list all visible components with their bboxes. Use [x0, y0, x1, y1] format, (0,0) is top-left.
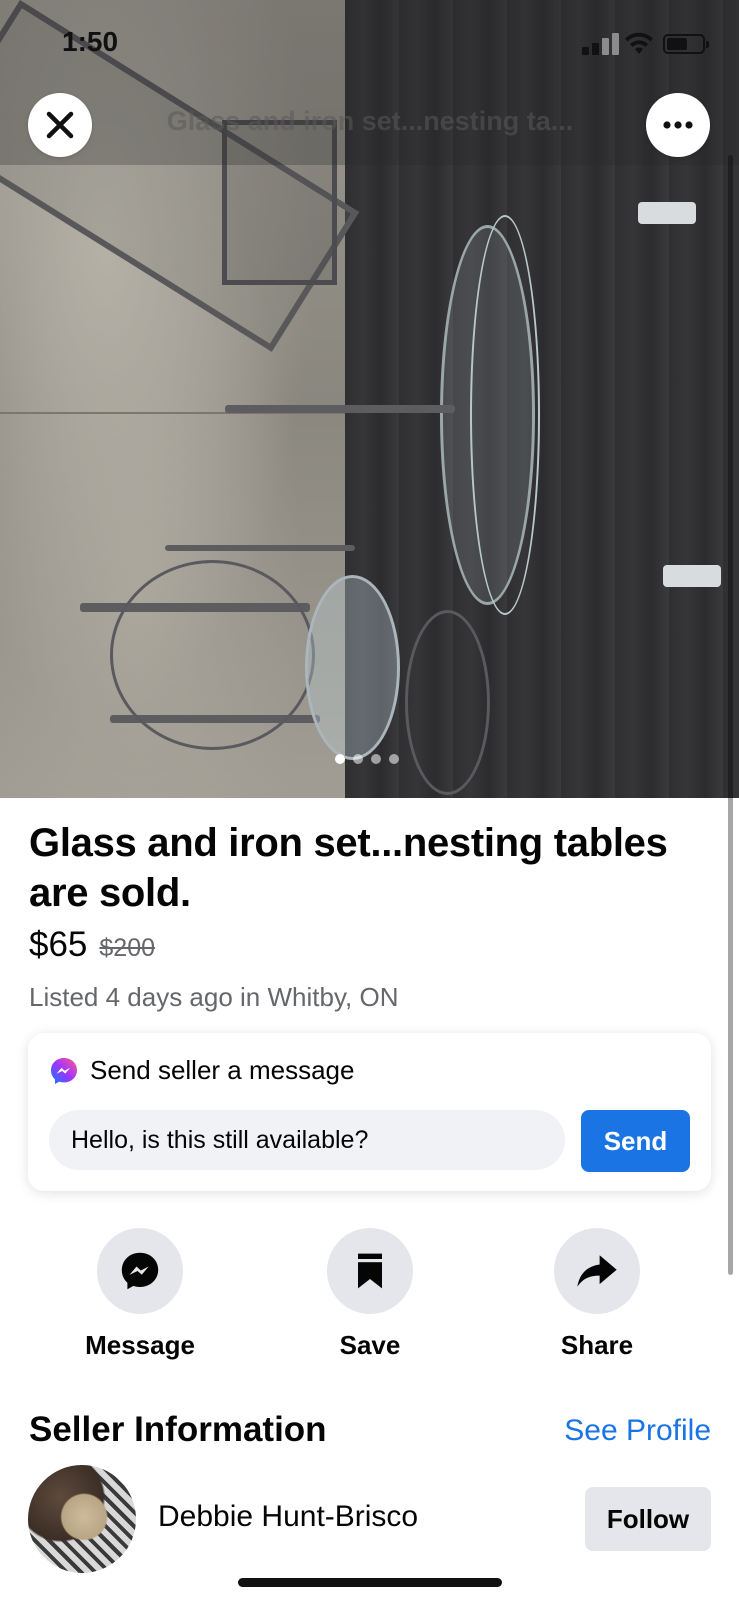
pagination-dot[interactable] [353, 754, 363, 764]
header-title: Glass and iron set...nesting ta... [166, 106, 574, 136]
messenger-gradient-icon [51, 1057, 77, 1084]
wifi-icon [625, 32, 653, 54]
message-seller-card: Send seller a message Hello, is this sti… [28, 1033, 711, 1191]
message-card-header: Send seller a message [49, 1055, 354, 1086]
share-action-label: Share [560, 1330, 634, 1360]
original-price: $200 [99, 934, 156, 962]
seller-avatar[interactable] [28, 1465, 136, 1573]
message-input[interactable]: Hello, is this still available? [49, 1110, 565, 1170]
close-button[interactable] [28, 93, 92, 157]
battery-icon [663, 34, 709, 54]
save-action[interactable]: Save [280, 1228, 460, 1361]
messenger-icon [121, 1252, 159, 1290]
listing-price: $65 [29, 925, 88, 964]
photo-pagination[interactable] [335, 754, 399, 764]
save-action-label: Save [339, 1330, 401, 1360]
seller-section-title: Seller Information [29, 1410, 327, 1449]
status-bar: 1:50 [0, 0, 739, 90]
share-arrow-icon [577, 1255, 617, 1287]
close-icon [46, 111, 74, 139]
status-time: 1:50 [62, 26, 119, 57]
seller-name[interactable]: Debbie Hunt-Brisco [158, 1500, 418, 1534]
listing-meta: Listed 4 days ago in Whitby, ON [29, 982, 399, 1012]
pagination-dot[interactable] [371, 754, 381, 764]
pagination-dot[interactable] [335, 754, 345, 764]
message-action[interactable]: Message [50, 1228, 230, 1361]
bookmark-icon [358, 1253, 382, 1289]
see-profile-link[interactable]: See Profile [564, 1414, 711, 1448]
follow-button[interactable]: Follow [585, 1487, 711, 1551]
cellular-signal-icon [582, 33, 622, 55]
pagination-dot[interactable] [389, 754, 399, 764]
more-options-button[interactable] [646, 93, 710, 157]
price-row: $65 $200 [29, 925, 155, 965]
message-card-heading: Send seller a message [90, 1055, 355, 1085]
share-action[interactable]: Share [507, 1228, 687, 1361]
home-indicator[interactable] [238, 1578, 502, 1587]
scrollbar[interactable] [728, 155, 733, 1275]
send-button[interactable]: Send [581, 1110, 690, 1172]
listing-title: Glass and iron set...nesting tables are … [29, 821, 668, 915]
more-dots-icon [663, 121, 693, 129]
message-action-label: Message [85, 1330, 195, 1360]
